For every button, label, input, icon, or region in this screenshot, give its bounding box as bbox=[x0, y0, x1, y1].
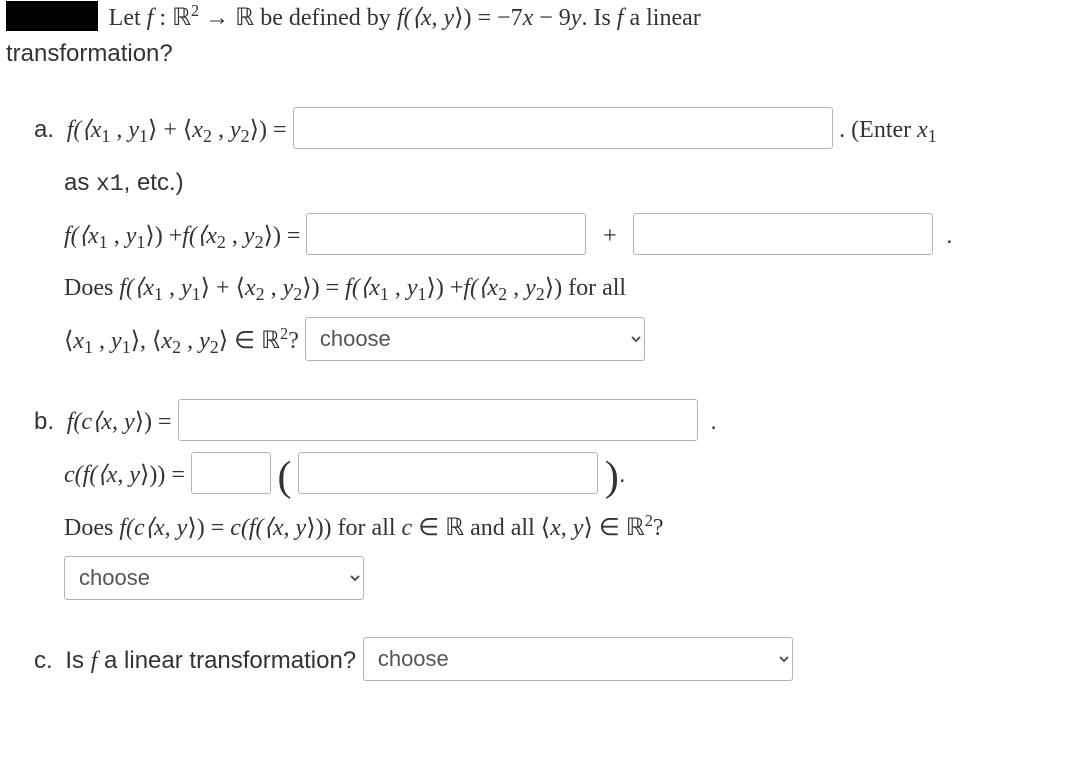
intro-text: Let f : ℝ2 → ℝ be defined by f(⟨x, y⟩) =… bbox=[109, 5, 701, 31]
part-c-label: c. bbox=[34, 647, 53, 674]
part-b-does: Does f(c⟨x, y⟩) = c(f(⟨x, y⟩)) for all c… bbox=[64, 502, 1069, 555]
plus-sign: + bbox=[603, 223, 617, 249]
part-b-fcxy-input[interactable] bbox=[178, 399, 698, 441]
part-a-does-line1: Does f(⟨x1 , y1⟩ + ⟨x2 , y2⟩) = f(⟨x1 , … bbox=[64, 262, 1069, 315]
part-a-expr1: f(⟨x1 , y1⟩ + ⟨x2 , y2⟩) = bbox=[67, 117, 293, 143]
part-a-does-line2: ⟨x1 , y1⟩, ⟨x2 , y2⟩ ∈ ℝ2? choose bbox=[64, 315, 1069, 368]
big-lparen: ( bbox=[278, 454, 292, 500]
part-c-linear-select[interactable]: choose bbox=[363, 637, 793, 681]
part-a-line2: f(⟨x1 , y1⟩) +f(⟨x2 , y2⟩) = + . bbox=[64, 210, 1069, 263]
period: . bbox=[946, 222, 953, 249]
intro-transformation: transformation? bbox=[6, 40, 173, 67]
part-a-enter-cont: as x1, etc.) bbox=[64, 157, 1069, 210]
part-b-label: b. bbox=[34, 408, 54, 435]
part-c-line: c. Is f a linear transformation? choose bbox=[34, 635, 1069, 688]
part-a: a. f(⟨x1 , y1⟩ + ⟨x2 , y2⟩) = . (Enter x… bbox=[34, 104, 1077, 368]
part-b-fxy-input[interactable] bbox=[298, 452, 598, 494]
part-b-line1: b. f(c⟨x, y⟩) = . bbox=[34, 396, 1069, 449]
part-a-expr2: f(⟨x1 , y1⟩) +f(⟨x2 , y2⟩) = bbox=[64, 223, 306, 249]
part-c: c. Is f a linear transformation? choose bbox=[34, 635, 1077, 688]
part-b-expr2: c(f(⟨x, y⟩)) = bbox=[64, 462, 191, 488]
part-b-select-row: choose bbox=[64, 554, 1069, 607]
part-a-sum-input[interactable] bbox=[293, 107, 833, 149]
part-a-line1: a. f(⟨x1 , y1⟩ + ⟨x2 , y2⟩) = . (Enter x… bbox=[34, 104, 1069, 157]
part-b-expr1: f(c⟨x, y⟩) = bbox=[67, 409, 178, 435]
part-a-label: a. bbox=[34, 116, 54, 143]
problem-container: Let f : ℝ2 → ℝ be defined by f(⟨x, y⟩) =… bbox=[0, 0, 1077, 708]
part-b-c-input[interactable] bbox=[191, 452, 271, 494]
problem-intro: Let f : ℝ2 → ℝ be defined by f(⟨x, y⟩) =… bbox=[0, 0, 1077, 76]
big-rparen: ) bbox=[605, 454, 619, 500]
part-b-line2: c(f(⟨x, y⟩)) = ( ). bbox=[64, 449, 1069, 502]
part-a-enter-hint: . (Enter x1 bbox=[839, 117, 937, 143]
part-a-additivity-select[interactable]: choose bbox=[305, 317, 645, 361]
part-a-f2-input[interactable] bbox=[633, 213, 933, 255]
redaction-block bbox=[6, 1, 98, 31]
part-b-homogeneity-select[interactable]: choose bbox=[64, 556, 364, 600]
period: . bbox=[710, 408, 717, 435]
part-b: b. f(c⟨x, y⟩) = . c(f(⟨x, y⟩)) = ( ). Do… bbox=[34, 396, 1077, 607]
part-a-f1-input[interactable] bbox=[306, 213, 586, 255]
